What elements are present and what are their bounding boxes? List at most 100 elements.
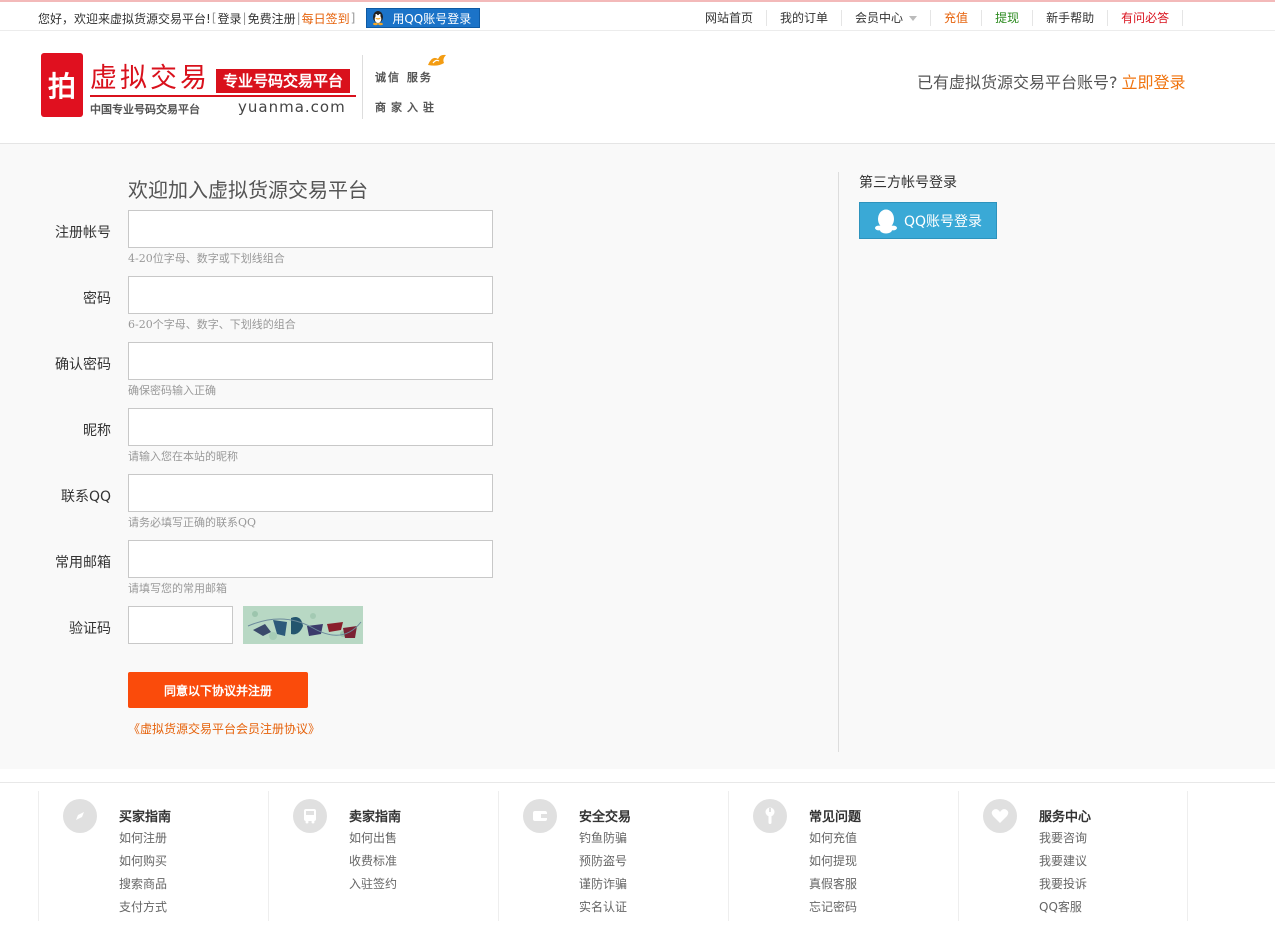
- footer-title: 卖家指南: [349, 810, 402, 825]
- flame-icon: [428, 54, 446, 66]
- footer-link[interactable]: 真假客服: [809, 875, 857, 892]
- captcha-image[interactable]: [243, 606, 363, 644]
- footer-link[interactable]: 如何出售: [349, 829, 397, 846]
- footer-link[interactable]: 忘记密码: [809, 898, 857, 915]
- password-hint: 6-20个字母、数字、下划线的组合: [128, 318, 296, 331]
- footer-link[interactable]: QQ客服: [1039, 898, 1082, 915]
- wrench-icon: [753, 799, 787, 833]
- confirm-password-hint: 确保密码输入正确: [128, 384, 216, 397]
- footer-column-service-center: 服务中心 我要咨询 我要建议 我要投诉 QQ客服: [958, 791, 1188, 921]
- nav-qa[interactable]: 有问必答: [1108, 10, 1184, 26]
- footer-column-seller-guide: 卖家指南 如何出售 收费标准 入驻签约: [268, 791, 498, 921]
- register-link[interactable]: 免费注册: [248, 10, 296, 27]
- qq-label: 联系QQ: [60, 489, 111, 505]
- logo-service-text: 诚信 服务: [375, 71, 433, 84]
- third-party-title: 第三方帐号登录: [859, 175, 957, 191]
- logo-subtitle: 中国专业号码交易平台: [90, 103, 200, 116]
- nav-member-center-label: 会员中心: [855, 11, 904, 25]
- captcha-label: 验证码: [69, 621, 111, 637]
- separator: |: [242, 11, 247, 25]
- footer-link[interactable]: 如何注册: [119, 829, 167, 846]
- top-nav: 网站首页 我的订单 会员中心 充值 提现 新手帮助 有问必答: [692, 9, 1184, 27]
- site-header: 拍 虚拟交易 专业号码交易平台 中国专业号码交易平台 yuanma.com 诚信…: [0, 31, 1275, 144]
- header-login-link[interactable]: 立即登录: [1122, 73, 1186, 92]
- password-label: 密码: [83, 291, 111, 307]
- qq-login-top-button[interactable]: 用QQ账号登录: [366, 8, 481, 28]
- nav-help[interactable]: 新手帮助: [1033, 10, 1109, 26]
- footer-link[interactable]: 钓鱼防骗: [579, 829, 627, 846]
- vertical-divider: [838, 172, 839, 752]
- qq-penguin-icon: [373, 11, 384, 26]
- site-logo[interactable]: 拍 虚拟交易 专业号码交易平台 中国专业号码交易平台 yuanma.com 诚信…: [40, 51, 450, 131]
- registration-section: 欢迎加入虚拟货源交易平台 注册帐号 4-20位字母、数字或下划线组合 密码 6-…: [0, 144, 1275, 769]
- nav-member-center[interactable]: 会员中心: [842, 10, 932, 26]
- qq-account-login-button[interactable]: QQ账号登录: [859, 202, 997, 239]
- email-hint: 请填写您的常用邮箱: [128, 582, 227, 595]
- nickname-input[interactable]: [128, 408, 493, 446]
- username-hint: 4-20位字母、数字或下划线组合: [128, 252, 285, 265]
- qq-penguin-icon: [875, 209, 897, 233]
- header-login-prompt: 已有虚拟货源交易平台账号? 立即登录: [917, 69, 1186, 93]
- nav-recharge[interactable]: 充值: [931, 10, 983, 26]
- footer-link[interactable]: 谨防诈骗: [579, 875, 627, 892]
- footer-link[interactable]: 预防盗号: [579, 852, 627, 869]
- footer-link[interactable]: 收费标准: [349, 852, 397, 869]
- register-submit-button[interactable]: 同意以下协议并注册: [128, 672, 308, 708]
- email-label: 常用邮箱: [55, 555, 111, 571]
- footer-title: 服务中心: [1039, 810, 1092, 825]
- logo-merchant-text: 商家入驻: [375, 101, 439, 114]
- captcha-input[interactable]: [128, 606, 233, 644]
- footer-link[interactable]: 如何充值: [809, 829, 857, 846]
- greeting-text: 您好，欢迎来虚拟货源交易平台!: [38, 11, 211, 26]
- username-input[interactable]: [128, 210, 493, 248]
- heart-icon: [983, 799, 1017, 833]
- footer-link[interactable]: 实名认证: [579, 898, 627, 915]
- separator: |: [296, 11, 301, 25]
- username-label: 注册帐号: [55, 225, 111, 241]
- qq-account-login-label: QQ账号登录: [904, 213, 983, 230]
- chevron-down-icon: [909, 16, 918, 21]
- nav-home[interactable]: 网站首页: [692, 10, 768, 26]
- confirm-password-input[interactable]: [128, 342, 493, 380]
- nickname-hint: 请输入您在本站的昵称: [128, 450, 238, 463]
- footer-column-faq: 常见问题 如何充值 如何提现 真假客服 忘记密码: [728, 791, 958, 921]
- confirm-password-label: 确认密码: [55, 357, 111, 373]
- form-title: 欢迎加入虚拟货源交易平台: [128, 178, 368, 202]
- qq-login-top-label: 用QQ账号登录: [392, 11, 472, 26]
- checkin-link[interactable]: 每日签到: [302, 10, 350, 27]
- qq-input[interactable]: [128, 474, 493, 512]
- logo-tagline: 专业号码交易平台: [216, 69, 351, 93]
- footer-link[interactable]: 如何提现: [809, 852, 857, 869]
- nickname-label: 昵称: [83, 423, 111, 439]
- footer-column-buyer-guide: 买家指南 如何注册 如何购买 搜索商品 支付方式: [38, 791, 268, 921]
- logo-domain: yuanma.com: [238, 98, 346, 116]
- login-link[interactable]: 登录: [218, 10, 242, 27]
- site-footer: 买家指南 如何注册 如何购买 搜索商品 支付方式 卖家指南 如何出售 收费标准 …: [0, 782, 1275, 929]
- logo-divider: [362, 55, 363, 119]
- footer-link[interactable]: 我要投诉: [1039, 875, 1087, 892]
- footer-link[interactable]: 如何购买: [119, 852, 167, 869]
- footer-link[interactable]: 支付方式: [119, 898, 167, 915]
- agreement-link[interactable]: 《虚拟货源交易平台会员注册协议》: [128, 720, 320, 737]
- footer-title: 安全交易: [579, 810, 632, 825]
- logo-main-text: 虚拟交易: [90, 63, 210, 94]
- footer-link[interactable]: 我要建议: [1039, 852, 1087, 869]
- footer-column-safe-trade: 安全交易 钓鱼防骗 预防盗号 谨防诈骗 实名认证: [498, 791, 728, 921]
- top-bar-left: 您好，欢迎来虚拟货源交易平台! [ 登录 | 免费注册 | 每日签到 ] 用QQ…: [38, 8, 481, 28]
- footer-link[interactable]: 搜索商品: [119, 875, 167, 892]
- captcha-graphic: [243, 606, 363, 644]
- footer-link[interactable]: 我要咨询: [1039, 829, 1087, 846]
- bracket-close: ]: [350, 11, 356, 25]
- top-bar: 您好，欢迎来虚拟货源交易平台! [ 登录 | 免费注册 | 每日签到 ] 用QQ…: [0, 0, 1275, 31]
- account-prompt: 已有虚拟货源交易平台账号?: [917, 73, 1118, 92]
- qq-hint: 请务必填写正确的联系QQ: [128, 516, 257, 529]
- logo-underline: [90, 95, 356, 97]
- footer-title: 常见问题: [809, 810, 862, 825]
- footer-link[interactable]: 入驻签约: [349, 875, 397, 892]
- logo-badge: 拍: [41, 53, 83, 117]
- nav-my-orders[interactable]: 我的订单: [767, 10, 843, 26]
- password-input[interactable]: [128, 276, 493, 314]
- nav-withdraw[interactable]: 提现: [982, 10, 1034, 26]
- wallet-icon: [523, 799, 557, 833]
- email-input[interactable]: [128, 540, 493, 578]
